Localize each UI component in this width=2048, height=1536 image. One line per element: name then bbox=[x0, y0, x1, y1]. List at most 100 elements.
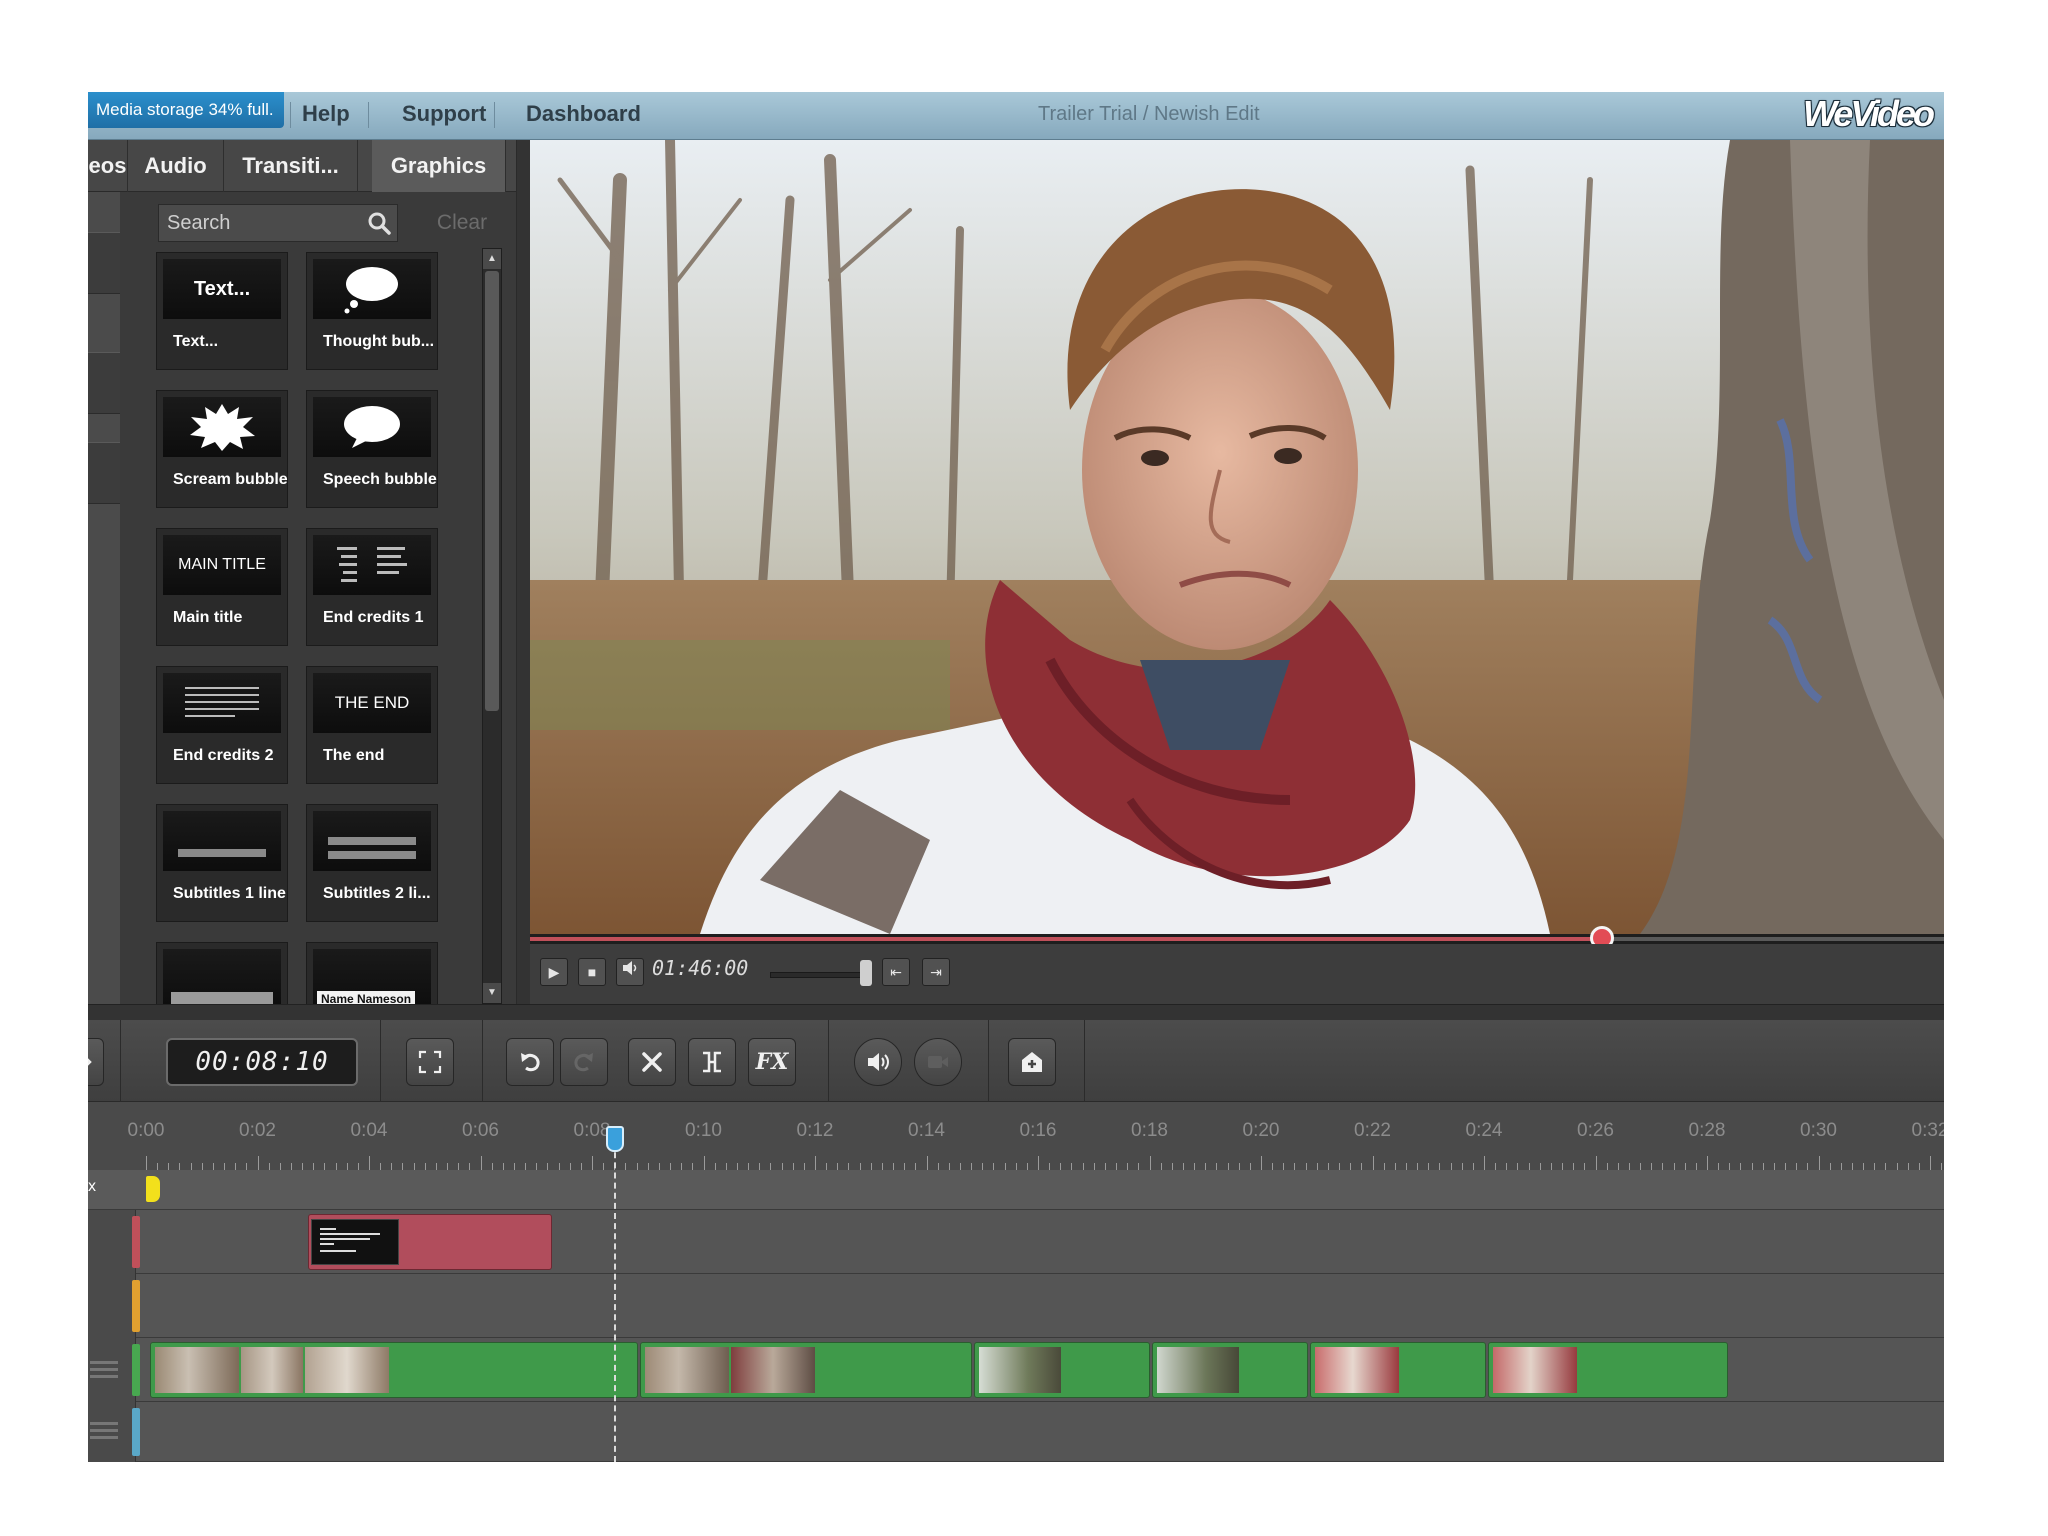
clip-thumbnail bbox=[305, 1347, 389, 1393]
ruler-tick bbox=[235, 1163, 237, 1170]
track-header[interactable] bbox=[88, 1274, 136, 1338]
ruler-tick bbox=[346, 1163, 348, 1170]
volume-slider-handle[interactable] bbox=[860, 960, 872, 986]
play-icon[interactable]: ▶ bbox=[540, 958, 568, 986]
track-handle-icon[interactable] bbox=[90, 1416, 120, 1446]
media-storage-indicator[interactable]: Media storage 34% full. bbox=[88, 92, 284, 128]
ruler-tick bbox=[1138, 1163, 1140, 1170]
ruler-tick bbox=[212, 1163, 214, 1170]
playhead-handle[interactable] bbox=[606, 1126, 624, 1152]
video-clip[interactable] bbox=[150, 1342, 638, 1398]
speaker-icon[interactable] bbox=[616, 958, 644, 986]
video-clip[interactable] bbox=[974, 1342, 1150, 1398]
panel-resize-handle[interactable] bbox=[516, 140, 530, 1008]
video-clip[interactable] bbox=[1152, 1342, 1308, 1398]
ruler-tick bbox=[1171, 1163, 1173, 1170]
track-header[interactable] bbox=[88, 1402, 136, 1462]
library-scrollbar[interactable]: ▲ ▼ bbox=[482, 248, 502, 1004]
search-icon[interactable] bbox=[367, 211, 391, 247]
ruler-tick bbox=[1205, 1163, 1207, 1170]
ruler-tick bbox=[1651, 1163, 1653, 1170]
ruler-tick bbox=[1116, 1163, 1118, 1170]
ruler-tick bbox=[725, 1163, 727, 1170]
support-link[interactable]: Support bbox=[402, 92, 486, 136]
mark-out-icon[interactable]: ⇥ bbox=[922, 958, 950, 986]
ruler-tick bbox=[893, 1163, 895, 1170]
ruler-tick bbox=[982, 1163, 984, 1170]
ruler-tick bbox=[246, 1163, 248, 1170]
add-track-icon[interactable] bbox=[1008, 1038, 1056, 1086]
scroll-up-icon[interactable]: ▲ bbox=[483, 249, 501, 269]
timeline-resize-handle[interactable] bbox=[88, 1004, 1944, 1020]
record-icon[interactable] bbox=[914, 1038, 962, 1086]
side-block[interactable] bbox=[88, 352, 120, 414]
graphic-tile-main-title[interactable]: MAIN TITLE Main title bbox=[156, 528, 288, 646]
graphic-tile-end-credits-1[interactable]: End credits 1 bbox=[306, 528, 438, 646]
track-handle-icon[interactable] bbox=[90, 1355, 120, 1385]
tile-label: The end bbox=[323, 747, 385, 764]
graphic-tile-the-end[interactable]: THE END The end bbox=[306, 666, 438, 784]
ruler-tick bbox=[1038, 1156, 1039, 1170]
title-clip[interactable] bbox=[308, 1214, 552, 1270]
ruler-tick bbox=[1015, 1163, 1017, 1170]
dashboard-link[interactable]: Dashboard bbox=[526, 92, 641, 136]
clear-button[interactable]: Clear bbox=[418, 204, 506, 242]
tab-graphics[interactable]: Graphics bbox=[372, 140, 506, 192]
ruler-tick bbox=[670, 1163, 672, 1170]
ruler-label: 0:10 bbox=[685, 1120, 722, 1141]
tab-transitions[interactable]: Transiti... bbox=[224, 140, 358, 192]
timeline-ruler[interactable]: 0:00 0:02 0:04 0:06 0:08 0:10 0:12 0:14 0:16 0:18… bbox=[88, 1102, 1944, 1170]
graphic-tile-lower-third[interactable] bbox=[156, 942, 288, 1008]
scroll-down-icon[interactable]: ▼ bbox=[483, 983, 501, 1003]
track-header[interactable] bbox=[88, 1210, 136, 1274]
delete-icon[interactable] bbox=[628, 1038, 676, 1086]
graphic-tile-thought-bubble[interactable]: Thought bub... bbox=[306, 252, 438, 370]
stop-icon[interactable]: ■ bbox=[578, 958, 606, 986]
mark-in-icon[interactable]: ⇤ bbox=[882, 958, 910, 986]
tab-videos[interactable]: eos bbox=[88, 140, 128, 192]
video-clip[interactable] bbox=[1310, 1342, 1486, 1398]
ruler-tick bbox=[1194, 1163, 1196, 1170]
playback-scrubber[interactable] bbox=[530, 926, 1944, 950]
volume-slider[interactable] bbox=[770, 972, 866, 978]
track-header[interactable] bbox=[88, 1338, 136, 1402]
tile-label: Text... bbox=[173, 333, 219, 350]
ruler-tick bbox=[948, 1163, 950, 1170]
side-block[interactable] bbox=[88, 232, 120, 294]
split-icon[interactable] bbox=[688, 1038, 736, 1086]
video-preview[interactable] bbox=[530, 140, 1944, 934]
video-clip[interactable] bbox=[1488, 1342, 1728, 1398]
scrollbar-thumb[interactable] bbox=[485, 271, 499, 711]
separator bbox=[828, 1020, 829, 1102]
ruler-tick bbox=[1082, 1163, 1084, 1170]
help-link[interactable]: Help bbox=[302, 92, 350, 136]
ruler-tick bbox=[1294, 1163, 1296, 1170]
ruler-tick bbox=[491, 1163, 493, 1170]
ruler-tick bbox=[1740, 1163, 1742, 1170]
collapse-icon[interactable] bbox=[88, 1038, 104, 1086]
undo-icon[interactable] bbox=[506, 1038, 554, 1086]
graphic-tile-speech-bubble[interactable]: Speech bubble bbox=[306, 390, 438, 508]
graphic-tile-subtitles-2-lines[interactable]: Subtitles 2 li... bbox=[306, 804, 438, 922]
fullscreen-icon[interactable] bbox=[406, 1038, 454, 1086]
ruler-tick bbox=[1327, 1163, 1329, 1170]
side-block[interactable] bbox=[88, 442, 120, 504]
redo-icon[interactable] bbox=[560, 1038, 608, 1086]
start-marker[interactable] bbox=[146, 1176, 160, 1202]
graphic-tile-scream-bubble[interactable]: Scream bubble bbox=[156, 390, 288, 508]
volume-icon[interactable] bbox=[854, 1038, 902, 1086]
ruler-tick bbox=[1472, 1163, 1474, 1170]
tab-audio[interactable]: Audio bbox=[128, 140, 224, 192]
search-input[interactable]: Search bbox=[158, 204, 398, 242]
ruler-tick bbox=[1517, 1163, 1519, 1170]
graphic-tile-name-nameson[interactable]: Name Nameson bbox=[306, 942, 438, 1008]
video-clip[interactable] bbox=[640, 1342, 972, 1398]
graphic-tile-subtitles-1-line[interactable]: Subtitles 1 line bbox=[156, 804, 288, 922]
ruler-tick bbox=[257, 1156, 259, 1170]
graphic-tile-end-credits-2[interactable]: End credits 2 bbox=[156, 666, 288, 784]
wevideo-logo[interactable]: WeVideo bbox=[1803, 94, 1935, 134]
ruler-tick bbox=[1785, 1163, 1787, 1170]
marker-close-icon[interactable]: x bbox=[88, 1178, 98, 1200]
graphic-tile-text[interactable]: Text... Text... bbox=[156, 252, 288, 370]
fx-icon[interactable]: FX bbox=[748, 1038, 796, 1086]
